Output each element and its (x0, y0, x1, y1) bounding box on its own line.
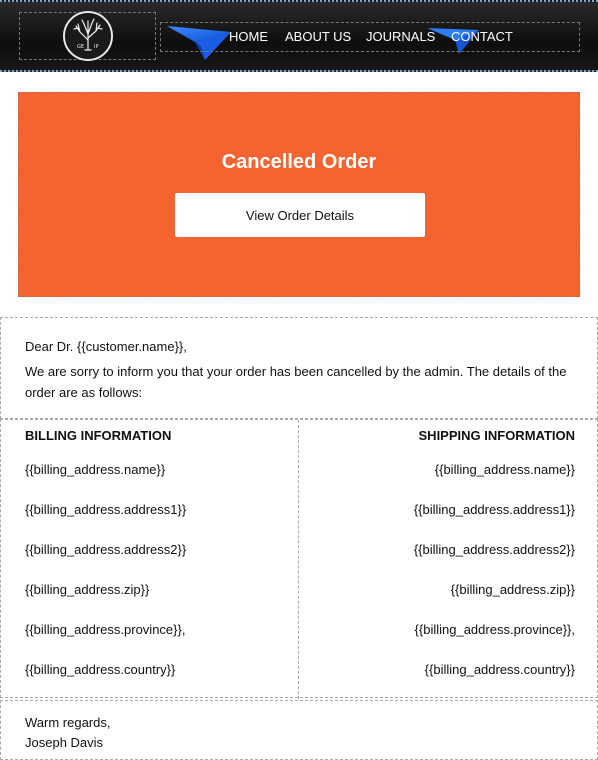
billing-line: {{billing_address.address1}} (25, 502, 187, 517)
email-header: GE IP HOME ABOUT US JOURNALS CONTACT (0, 0, 598, 72)
nav-contact-link[interactable]: CONTACT (451, 29, 513, 44)
billing-heading: BILLING INFORMATION (25, 428, 172, 443)
tree-logo-graphic: GE IP (72, 18, 103, 51)
main-navigation: HOME ABOUT US JOURNALS CONTACT (160, 22, 580, 52)
closing-signature: Joseph Davis (25, 735, 104, 750)
shipping-line: {{billing_address.address2}} (413, 542, 575, 557)
cancel-banner: Cancelled Order View Order Details (18, 92, 580, 297)
address-section: BILLING INFORMATION {{billing_address.na… (0, 419, 598, 699)
banner-title: Cancelled Order (221, 151, 377, 173)
billing-line: {{billing_address.zip}} (25, 582, 150, 597)
billing-line: {{billing_address.name}} (25, 462, 166, 477)
logo-text-left: GE (77, 44, 84, 50)
view-order-details-button[interactable]: View Order Details (175, 193, 425, 237)
shipping-line: {{billing_address.name}} (434, 462, 575, 477)
shipping-line: {{billing_address.zip}} (450, 582, 575, 597)
closing-salutation: Warm regards, (25, 715, 111, 730)
shipping-line: {{billing_address.address1}} (413, 502, 575, 517)
greeting-text: Dear Dr. {{customer.name}}, (25, 339, 187, 354)
shipping-line: {{billing_address.province}}, (414, 622, 575, 637)
shipping-line: {{billing_address.country}} (424, 662, 575, 677)
closing-section: Warm regards, Joseph Davis (0, 700, 598, 760)
tree-logo-icon[interactable]: GE IP (62, 11, 113, 61)
logo-container: GE IP (19, 11, 156, 61)
nav-about-link[interactable]: ABOUT US (285, 29, 351, 44)
nav-home-link[interactable]: HOME (229, 29, 268, 44)
billing-column: BILLING INFORMATION {{billing_address.na… (1, 420, 299, 699)
billing-line: {{billing_address.province}}, (25, 622, 186, 637)
shipping-heading: SHIPPING INFORMATION (418, 428, 575, 443)
logo-text-right: IP (94, 44, 99, 50)
nav-journals-link[interactable]: JOURNALS (366, 29, 435, 44)
message-section: Dear Dr. {{customer.name}}, We are sorry… (0, 317, 598, 419)
billing-line: {{billing_address.country}} (25, 662, 176, 677)
billing-line: {{billing_address.address2}} (25, 542, 187, 557)
message-body: We are sorry to inform you that your ord… (25, 364, 567, 400)
shipping-column: SHIPPING INFORMATION {{billing_address.n… (299, 420, 598, 699)
